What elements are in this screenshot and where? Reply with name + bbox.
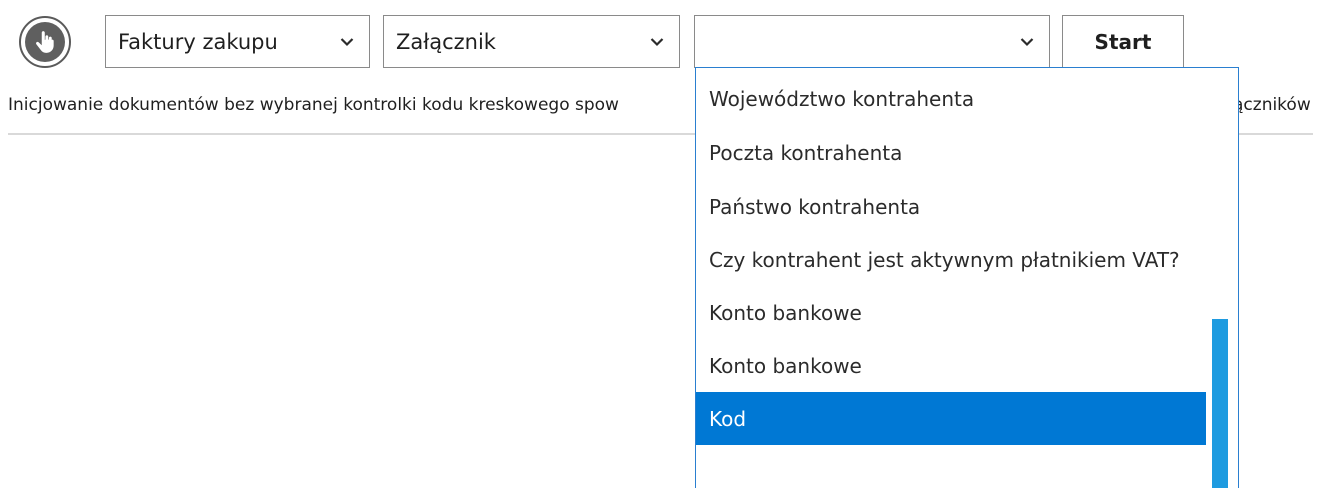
chevron-down-icon xyxy=(325,37,369,47)
field-select[interactable] xyxy=(694,15,1050,68)
info-text-tail: ączników xyxy=(1233,95,1311,115)
chevron-down-icon xyxy=(635,37,679,47)
dropdown-option[interactable]: Konto bankowe xyxy=(696,339,1206,392)
workflow-toolbar-screen: Faktury zakupu Załącznik Start Inicjowan… xyxy=(0,0,1319,488)
chevron-down-icon xyxy=(1005,37,1049,47)
field-dropdown-list[interactable]: Województwo kontrahenta Poczta kontrahen… xyxy=(695,67,1239,488)
dropdown-scrollbar[interactable] xyxy=(1212,319,1228,488)
dropdown-option[interactable]: Województwo kontrahenta xyxy=(696,72,1206,125)
start-button[interactable]: Start xyxy=(1062,15,1184,68)
dropdown-option[interactable]: Poczta kontrahenta xyxy=(696,126,1206,179)
document-type-select[interactable]: Faktury zakupu xyxy=(105,15,370,68)
attachment-value: Załącznik xyxy=(396,29,496,54)
info-text: Inicjowanie dokumentów bez wybranej kont… xyxy=(8,95,619,115)
attachment-select[interactable]: Załącznik xyxy=(383,15,680,68)
dropdown-option[interactable]: Czy kontrahent jest aktywnym płatnikiem … xyxy=(696,233,1206,286)
dropdown-option[interactable]: Państwo kontrahenta xyxy=(696,180,1206,233)
hand-pointer-button[interactable] xyxy=(19,16,71,68)
dropdown-option[interactable]: Konto bankowe xyxy=(696,286,1206,339)
document-type-value: Faktury zakupu xyxy=(118,29,278,54)
dropdown-option-selected[interactable]: Kod xyxy=(696,392,1206,445)
hand-pointer-icon xyxy=(25,22,65,62)
